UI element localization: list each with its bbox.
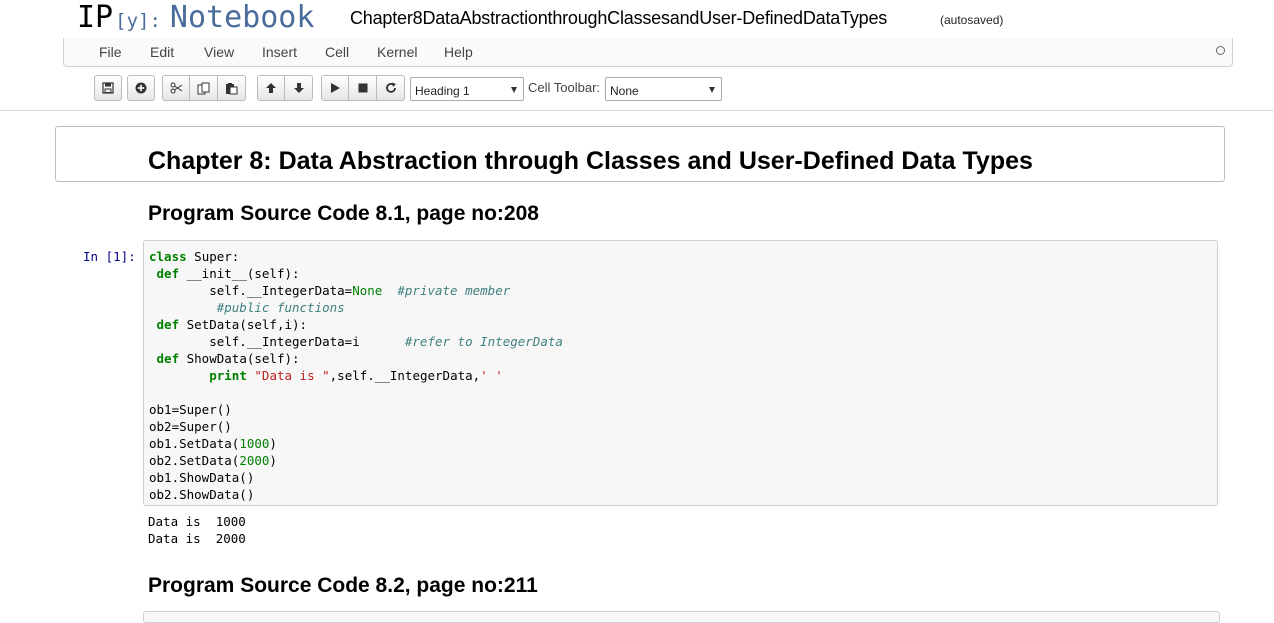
cell-type-value: Heading 1 — [415, 84, 470, 98]
copy-button[interactable] — [190, 75, 218, 101]
cell-output: Data is 1000 Data is 2000 — [148, 513, 246, 547]
edit-group — [162, 75, 246, 101]
heading-cell-selected[interactable]: Chapter 8: Data Abstraction through Clas… — [55, 126, 1225, 182]
output-line: Data is 2000 — [148, 531, 246, 546]
run-group — [321, 75, 405, 101]
cell-toolbar-select[interactable]: None — [605, 77, 722, 101]
save-button[interactable] — [94, 75, 122, 101]
stop-icon — [358, 83, 367, 93]
kernel-status-icon — [1216, 46, 1225, 55]
header: IP [y]: Notebook Chapter8DataAbstraction… — [0, 0, 1274, 38]
cut-icon — [170, 82, 182, 94]
menu-cell[interactable]: Cell — [325, 44, 349, 60]
ipython-logo[interactable]: IP [y]: Notebook — [77, 0, 314, 36]
refresh-icon — [385, 82, 396, 93]
save-icon — [102, 82, 114, 94]
arrow-up-icon — [266, 83, 276, 93]
copy-icon — [197, 82, 210, 94]
save-group — [94, 75, 122, 101]
autosave-status: (autosaved) — [940, 13, 1004, 27]
move-up-button[interactable] — [257, 75, 285, 101]
toolbar: Heading 1 Cell Toolbar: None — [0, 75, 1274, 105]
logo-y: [y]: — [115, 10, 161, 32]
move-down-button[interactable] — [285, 75, 313, 101]
logo-ip: IP — [77, 0, 114, 35]
menu-edit[interactable]: Edit — [150, 44, 174, 60]
move-group — [257, 75, 313, 101]
arrow-down-icon — [293, 83, 304, 93]
cell-toolbar-value: None — [610, 84, 639, 98]
menu-help[interactable]: Help — [444, 44, 473, 60]
chevron-down-icon — [511, 87, 517, 93]
chapter-heading: Chapter 8: Data Abstraction through Clas… — [148, 147, 1033, 175]
menu-file[interactable]: File — [99, 44, 122, 60]
cell-toolbar-label: Cell Toolbar: — [528, 80, 601, 95]
menu-insert[interactable]: Insert — [262, 44, 297, 60]
run-button[interactable] — [321, 75, 349, 101]
input-prompt: In [1]: — [83, 249, 136, 264]
restart-button[interactable] — [377, 75, 405, 101]
interrupt-button[interactable] — [349, 75, 377, 101]
menu-view[interactable]: View — [204, 44, 234, 60]
insert-cell-button[interactable] — [127, 75, 155, 101]
add-cell-icon — [135, 82, 147, 94]
code-cell[interactable]: class Super: def __init__(self): self.__… — [143, 240, 1218, 506]
paste-icon — [226, 82, 238, 94]
menu-kernel[interactable]: Kernel — [377, 44, 417, 60]
chevron-down-icon — [709, 87, 715, 93]
notebook-name[interactable]: Chapter8DataAbstractionthroughClassesand… — [350, 8, 887, 29]
cut-button[interactable] — [162, 75, 190, 101]
menubar: File Edit View Insert Cell Kernel Help — [63, 38, 1233, 67]
header-divider — [0, 110, 1274, 111]
cell-type-select[interactable]: Heading 1 — [410, 77, 524, 101]
output-line: Data is 1000 — [148, 514, 246, 529]
insert-group — [127, 75, 155, 101]
logo-notebook: Notebook — [169, 0, 315, 35]
section-heading: Program Source Code 8.2, page no:211 — [148, 574, 538, 597]
paste-button[interactable] — [218, 75, 246, 101]
code-editor[interactable]: class Super: def __init__(self): self.__… — [149, 248, 563, 503]
section-heading: Program Source Code 8.1, page no:208 — [148, 202, 539, 225]
code-cell[interactable] — [143, 611, 1220, 623]
play-icon — [331, 83, 340, 93]
